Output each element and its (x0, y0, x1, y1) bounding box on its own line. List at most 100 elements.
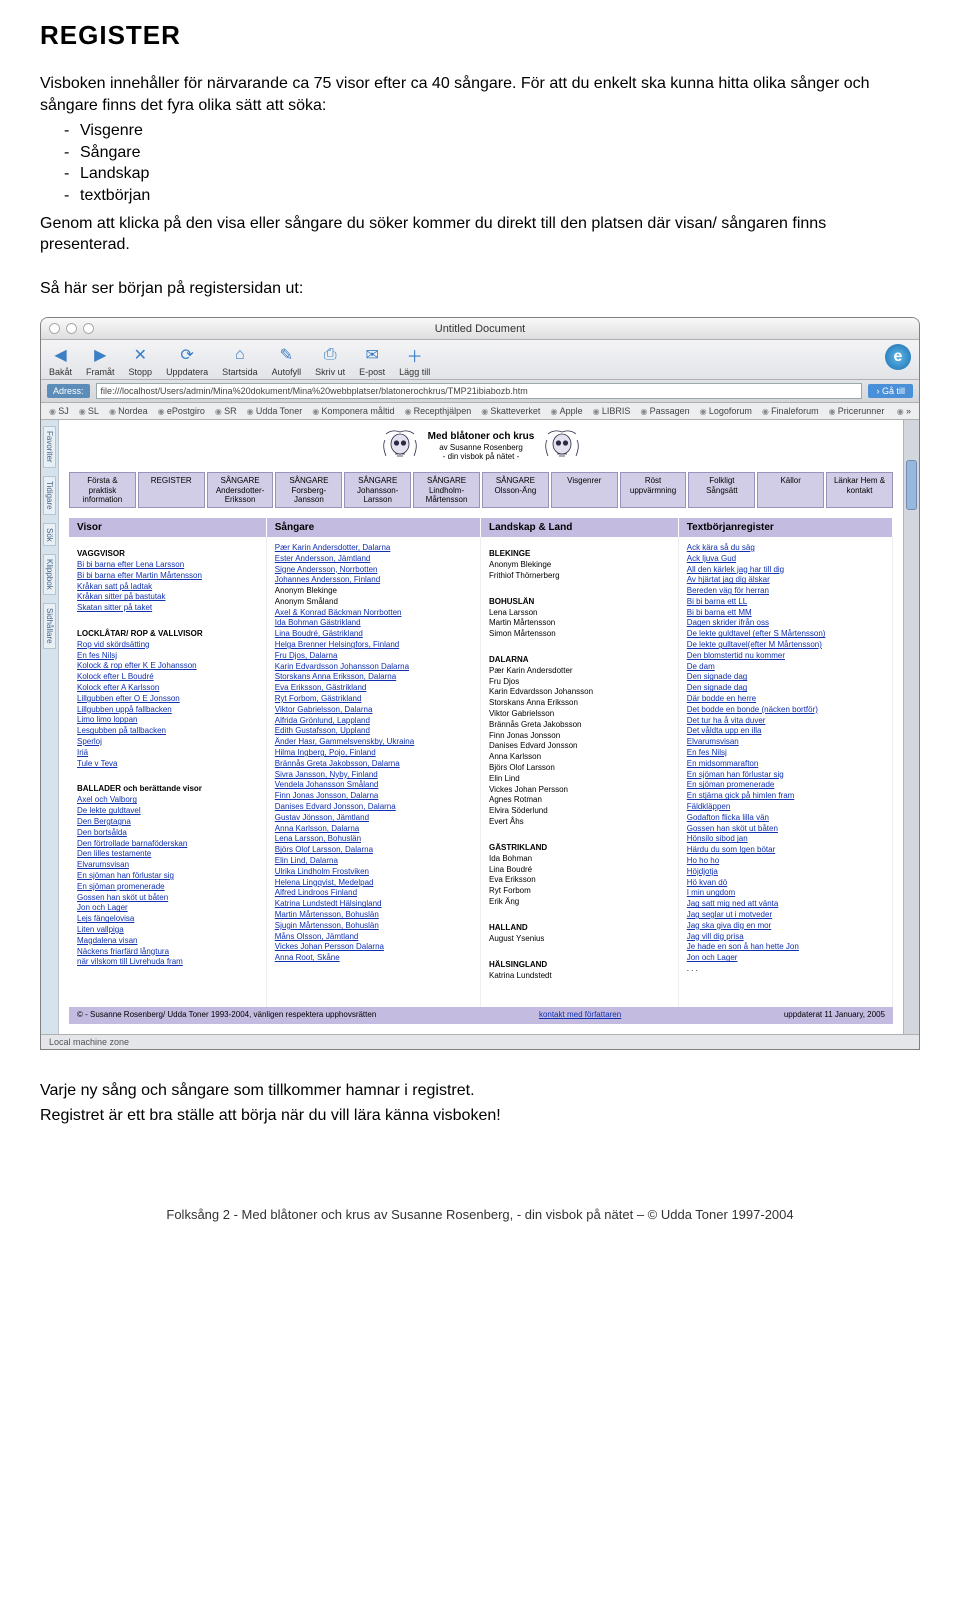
toolbar-skriv ut[interactable]: ⎙Skriv ut (315, 344, 345, 377)
favorite-item[interactable]: Udda Toner (247, 406, 303, 416)
nav-cell[interactable]: Folkligt Sångsätt (688, 472, 755, 508)
list-link[interactable]: Bi bi barna ett LL (687, 597, 884, 608)
nav-cell[interactable]: Källor (757, 472, 824, 508)
list-link[interactable]: En sjöman promenerade (77, 882, 258, 893)
scrollbar[interactable] (903, 420, 919, 1033)
list-link[interactable]: En sjöman han förlustar sig (687, 770, 884, 781)
list-link[interactable]: Fäldkläppen (687, 802, 884, 813)
nav-cell[interactable]: Röst uppvärmning (620, 472, 687, 508)
favorites-more[interactable]: » (897, 406, 911, 416)
list-link[interactable]: Anna Root, Skåne (275, 953, 472, 964)
list-link[interactable]: Johannes Andersson, Finland (275, 575, 472, 586)
nav-cell[interactable]: SÅNGARE Johansson-Larsson (344, 472, 411, 508)
list-link[interactable]: Karin Edvardsson Johansson Dalarna (275, 662, 472, 673)
favorite-item[interactable]: Apple (550, 406, 582, 416)
nav-cell[interactable]: Visgenrer (551, 472, 618, 508)
list-link[interactable]: Skatan sitter på taket (77, 603, 258, 614)
favorite-item[interactable]: SL (79, 406, 99, 416)
list-link[interactable]: Lejs fängelovisa (77, 914, 258, 925)
list-link[interactable]: Je hade en son å han hette Jon (687, 942, 884, 953)
nav-cell[interactable]: SÅNGARE Lindholm-Mårtensson (413, 472, 480, 508)
list-link[interactable]: Den lilles testamente (77, 849, 258, 860)
list-link[interactable]: Finn Jonas Jonsson, Dalarna (275, 791, 472, 802)
toolbar-framåt[interactable]: ▶Framåt (86, 344, 115, 377)
list-link[interactable]: Magdalena visan (77, 936, 258, 947)
list-link[interactable]: Ack kära så du säg (687, 543, 884, 554)
list-link[interactable]: Anna Karlsson, Dalarna (275, 824, 472, 835)
nav-cell[interactable]: Länkar Hem & kontakt (826, 472, 893, 508)
list-link[interactable]: Ida Bohman Gästrikland (275, 618, 472, 629)
list-link[interactable]: De dam (687, 662, 884, 673)
list-link[interactable]: Hilma Ingberg, Pojo, Finland (275, 748, 472, 759)
list-link[interactable]: Kolock efter L Boudré (77, 672, 258, 683)
list-link[interactable]: Bi bi barna efter Martin Mårtensson (77, 571, 258, 582)
list-link[interactable]: En sjöman han förlustar sig (77, 871, 258, 882)
list-link[interactable]: Axel & Konrad Bäckman Norrbotten (275, 608, 472, 619)
list-link[interactable]: Det bodde en bonde (näcken bortför) (687, 705, 884, 716)
favorite-item[interactable]: Passagen (640, 406, 689, 416)
list-link[interactable]: Kolock efter A Karlsson (77, 683, 258, 694)
list-link[interactable]: Iriä (77, 748, 258, 759)
list-link[interactable]: Pær Karin Andersdotter, Dalarna (275, 543, 472, 554)
list-link[interactable]: Änder Hasr, Gammelsvenskby, Ukraina (275, 737, 472, 748)
list-link[interactable]: Den signade dag (687, 672, 884, 683)
list-link[interactable]: En midsommarafton (687, 759, 884, 770)
list-link[interactable]: All den kärlek jag har till dig (687, 565, 884, 576)
list-link[interactable]: Fru Djos, Dalarna (275, 651, 472, 662)
side-tab[interactable]: Tidigare (43, 476, 56, 515)
list-link[interactable]: De lekte guldtavel (efter S Mårtensson) (687, 629, 884, 640)
side-tab[interactable]: Sidhållare (43, 603, 56, 649)
list-link[interactable]: Kråkan sitter på bastutak (77, 592, 258, 603)
list-link[interactable]: Måns Olsson, Jämtland (275, 932, 472, 943)
list-link[interactable]: Elvarumsvisan (687, 737, 884, 748)
list-link[interactable]: Sjugin Mårtensson, Bohuslän (275, 921, 472, 932)
list-link[interactable]: Alfred Lindroos Finland (275, 888, 472, 899)
nav-cell[interactable]: REGISTER (138, 472, 205, 508)
list-link[interactable]: Kråkan satt på ladtak (77, 582, 258, 593)
list-link[interactable]: De lekte gulltavel(efter M Mårtensson) (687, 640, 884, 651)
list-link[interactable]: Det våldta upp en illa (687, 726, 884, 737)
favorite-item[interactable]: Recepthjälpen (404, 406, 471, 416)
favorite-item[interactable]: SJ (49, 406, 69, 416)
list-link[interactable]: Jon och Lager (77, 903, 258, 914)
list-link[interactable]: En fes Nilsj (687, 748, 884, 759)
toolbar-bakåt[interactable]: ◀Bakåt (49, 344, 72, 377)
list-link[interactable]: Sivra Jansson, Nyby, Finland (275, 770, 472, 781)
list-link[interactable]: Vickes Johan Persson Dalarna (275, 942, 472, 953)
list-link[interactable]: Ester Andersson, Jämtland (275, 554, 472, 565)
side-tab[interactable]: Sök (43, 523, 56, 547)
favorite-item[interactable]: Pricerunner (829, 406, 885, 416)
side-tab[interactable]: Klippbok (43, 554, 56, 595)
list-link[interactable]: Vendela Johansson Småland (275, 780, 472, 791)
nav-cell[interactable]: Första & praktisk information (69, 472, 136, 508)
list-link[interactable]: En fes Nilsj (77, 651, 258, 662)
favorite-item[interactable]: SR (215, 406, 237, 416)
list-link[interactable]: Bi bi barna efter Lena Larsson (77, 560, 258, 571)
toolbar-stopp[interactable]: ✕Stopp (129, 344, 153, 377)
toolbar-e-post[interactable]: ✉E-post (359, 344, 385, 377)
list-link[interactable]: Helena Lingqvist, Medelpad (275, 878, 472, 889)
list-link[interactable]: Eva Eriksson, Gästrikland (275, 683, 472, 694)
list-link[interactable]: Gossen han sköt ut båten (687, 824, 884, 835)
list-link[interactable]: Elvarumsvisan (77, 860, 258, 871)
list-link[interactable]: Höjdjotja (687, 867, 884, 878)
list-link[interactable]: Limo limo loppan (77, 715, 258, 726)
list-link[interactable]: Martin Mårtensson, Bohuslän (275, 910, 472, 921)
list-link[interactable]: Ryt Forbom, Gästrikland (275, 694, 472, 705)
list-link[interactable]: Jon och Lager (687, 953, 884, 964)
list-link[interactable]: Edith Gustafsson, Uppland (275, 726, 472, 737)
favorite-item[interactable]: Komponera måltid (312, 406, 394, 416)
nav-cell[interactable]: SÅNGARE Forsberg-Jansson (275, 472, 342, 508)
list-link[interactable]: Av hjärtat jag dig älskar (687, 575, 884, 586)
list-link[interactable]: Gossen han sköt ut båten (77, 893, 258, 904)
toolbar-autofyll[interactable]: ✎Autofyll (272, 344, 302, 377)
list-link[interactable]: Det tur ha å vita duver (687, 716, 884, 727)
list-link[interactable]: Brännås Greta Jakobsson, Dalarna (275, 759, 472, 770)
list-link[interactable]: Katrina Lundstedt Hälsingland (275, 899, 472, 910)
toolbar-startsida[interactable]: ⌂Startsida (222, 344, 258, 377)
nav-cell[interactable]: SÅNGARE Olsson-Äng (482, 472, 549, 508)
side-tab[interactable]: Favoriter (43, 426, 56, 468)
list-link[interactable]: Hö kvan dö (687, 878, 884, 889)
list-link[interactable]: Lina Boudré, Gästrikland (275, 629, 472, 640)
list-link[interactable]: Lena Larsson, Bohuslän (275, 834, 472, 845)
